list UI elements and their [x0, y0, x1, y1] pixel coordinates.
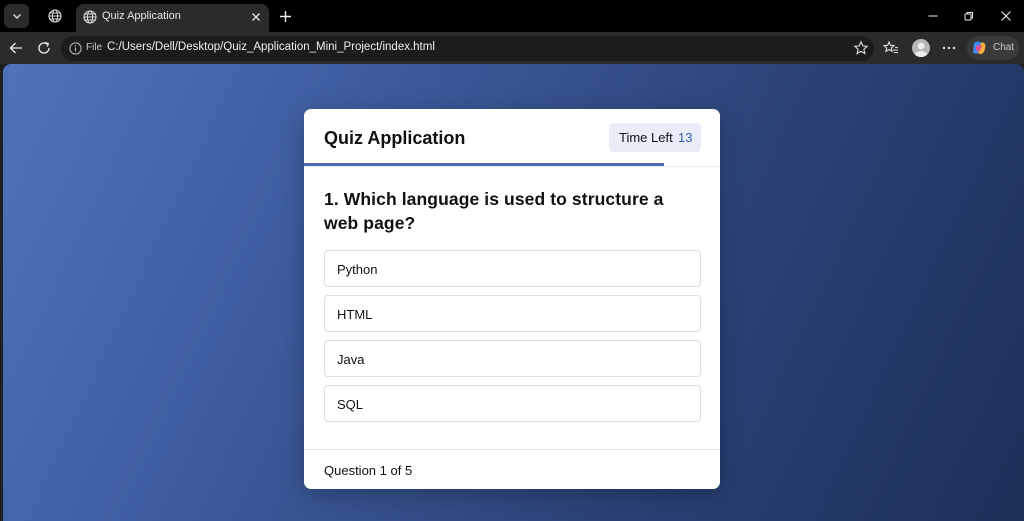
option-label: HTML: [337, 307, 373, 322]
close-icon: [252, 13, 260, 21]
address-scheme-label: File: [86, 42, 103, 53]
question-text: 1. Which language is used to structure a…: [324, 189, 664, 233]
restore-icon: [964, 12, 973, 21]
option-python[interactable]: Python: [324, 250, 701, 287]
minimize-icon: [928, 15, 938, 17]
quiz-footer: Question 1 of 5: [304, 449, 720, 489]
minimize-button[interactable]: [915, 0, 951, 32]
user-icon: [914, 42, 928, 57]
answer-options: Python HTML Java SQL: [324, 250, 701, 430]
globe-icon: [48, 9, 62, 23]
tab-strip: Quiz Application: [0, 0, 1024, 32]
favorites-button[interactable]: [878, 36, 904, 60]
address-url: C:/Users/Dell/Desktop/Quiz_Application_M…: [107, 41, 435, 53]
reload-button[interactable]: [31, 36, 57, 60]
close-window-button[interactable]: [988, 0, 1024, 32]
workspaces-button[interactable]: [42, 4, 68, 28]
plus-icon: [279, 10, 291, 22]
timer-box: Time Left 13: [609, 123, 701, 152]
quiz-card: Quiz Application Time Left 13 1. Which l…: [304, 109, 720, 489]
reload-icon: [38, 41, 50, 54]
copilot-chat-button[interactable]: Chat: [967, 36, 1019, 60]
restore-button[interactable]: [951, 0, 987, 32]
time-progress-bar: [304, 163, 664, 166]
back-button[interactable]: [3, 36, 29, 60]
tab-title: Quiz Application: [102, 10, 181, 22]
option-label: Java: [337, 352, 365, 367]
tab-close-button[interactable]: [248, 9, 264, 25]
more-horizontal-icon: [942, 46, 956, 50]
new-tab-button[interactable]: [274, 5, 296, 27]
profile-avatar[interactable]: [912, 39, 930, 57]
browser-toolbar: File C:/Users/Dell/Desktop/Quiz_Applicat…: [0, 32, 1024, 64]
option-label: Python: [337, 262, 378, 277]
copilot-icon: [973, 41, 986, 54]
option-html[interactable]: HTML: [324, 295, 701, 332]
favorites-icon: [883, 40, 898, 54]
more-menu-button[interactable]: [936, 36, 962, 60]
question-counter: Question 1 of 5: [324, 463, 413, 478]
chevron-down-icon: [12, 14, 21, 19]
star-icon[interactable]: [853, 40, 869, 56]
address-bar[interactable]: File C:/Users/Dell/Desktop/Quiz_Applicat…: [61, 36, 874, 61]
option-sql[interactable]: SQL: [324, 385, 701, 422]
quiz-header: Quiz Application Time Left 13: [304, 109, 720, 167]
option-label: SQL: [337, 397, 364, 412]
option-java[interactable]: Java: [324, 340, 701, 377]
close-icon: [1001, 11, 1011, 21]
arrow-left-icon: [9, 42, 22, 54]
tab-actions-menu-button[interactable]: [4, 4, 29, 28]
globe-icon: [83, 10, 97, 24]
quiz-title: Quiz Application: [324, 128, 466, 148]
tab-quiz-application[interactable]: Quiz Application: [76, 4, 269, 32]
timer-value: 13: [678, 130, 693, 145]
info-icon: [69, 42, 82, 55]
timer-label: Time Left: [619, 130, 673, 145]
chat-label: Chat: [993, 42, 1015, 53]
page-viewport: Quiz Application Time Left 13 1. Which l…: [3, 64, 1024, 521]
